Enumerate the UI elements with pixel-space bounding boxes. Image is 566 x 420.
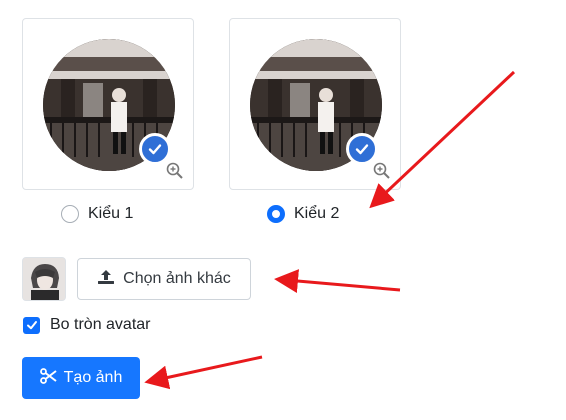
radio-label: Kiểu 1 — [88, 205, 134, 222]
uploaded-photo-thumbnail — [22, 257, 66, 301]
zoom-in-icon[interactable] — [372, 161, 392, 181]
radio-button-selected[interactable] — [267, 205, 285, 223]
avatar-style-card-2[interactable] — [229, 18, 401, 190]
choose-another-photo-label: Chọn ảnh khác — [123, 270, 231, 287]
round-avatar-label: Bo tròn avatar — [50, 316, 151, 333]
scissors-icon — [39, 367, 57, 389]
avatar-style-card-1[interactable] — [22, 18, 194, 190]
choose-another-photo-button[interactable]: Chọn ảnh khác — [77, 258, 251, 300]
radio-label: Kiểu 2 — [294, 205, 340, 222]
radio-button[interactable] — [61, 205, 79, 223]
annotation-arrow — [274, 269, 401, 294]
radio-option-kieu-2[interactable]: Kiểu 2 — [267, 205, 339, 223]
create-image-label: Tạo ảnh — [63, 369, 123, 386]
round-avatar-checkbox[interactable] — [23, 316, 40, 334]
create-image-button[interactable]: Tạo ảnh — [22, 357, 140, 399]
upload-icon — [97, 269, 115, 290]
round-avatar-option[interactable]: Bo tròn avatar — [23, 316, 151, 334]
annotation-arrow — [144, 355, 263, 390]
radio-option-kieu-1[interactable]: Kiểu 1 — [61, 205, 133, 223]
zoom-in-icon[interactable] — [165, 161, 185, 181]
